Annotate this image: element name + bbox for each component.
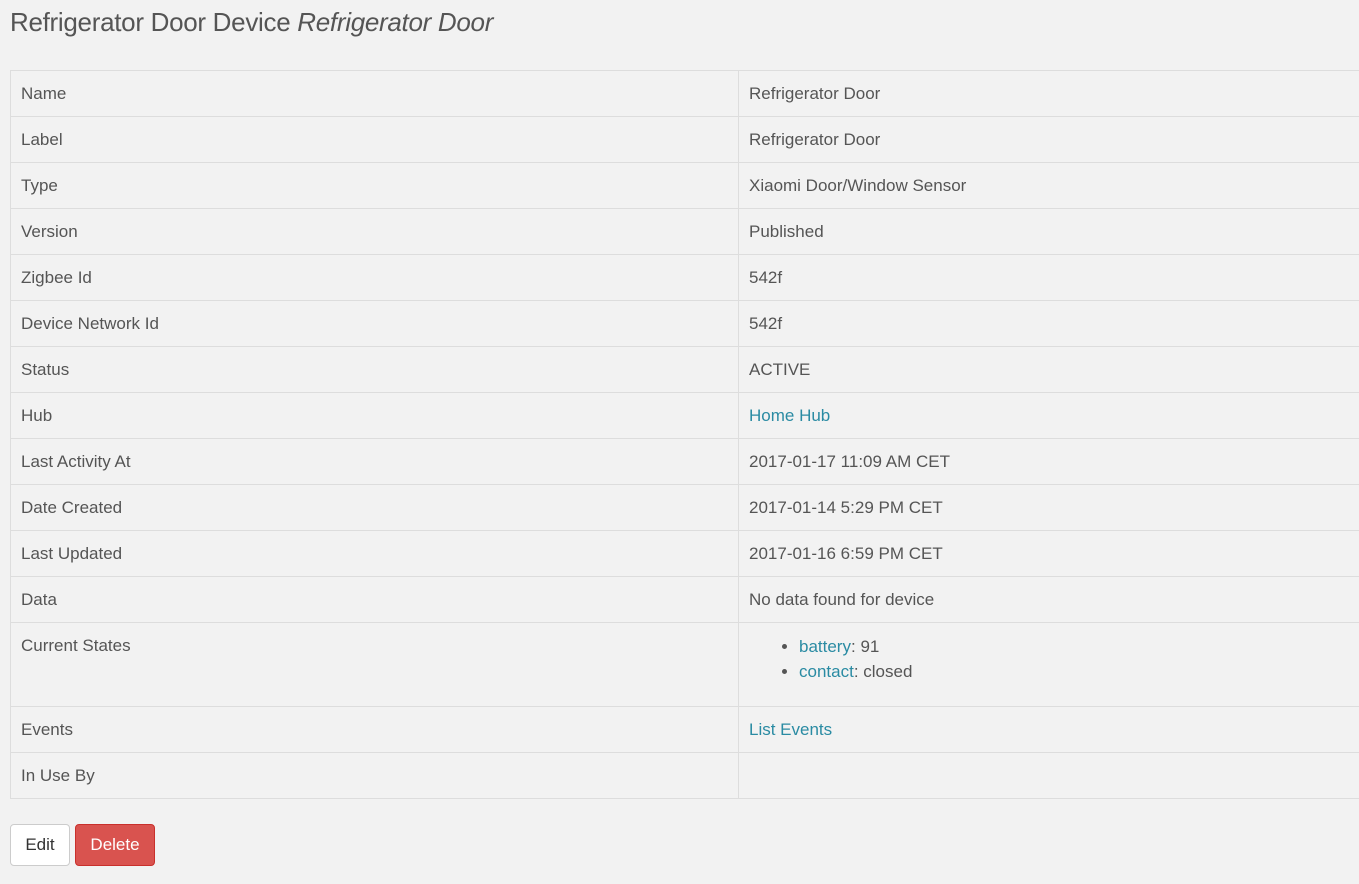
table-row: Zigbee Id 542f (10, 254, 1359, 301)
property-value: battery: 91 contact: closed (738, 622, 1359, 707)
property-key: Status (10, 346, 739, 393)
table-row: Date Created 2017-01-14 5:29 PM CET (10, 484, 1359, 531)
page-title: Refrigerator Door Device Refrigerator Do… (10, 7, 493, 38)
property-key: Name (10, 70, 739, 117)
property-key: Type (10, 162, 739, 209)
property-value: Home Hub (738, 392, 1359, 439)
table-row: Last Activity At 2017-01-17 11:09 AM CET (10, 438, 1359, 485)
property-key: Version (10, 208, 739, 255)
property-value: 542f (738, 254, 1359, 301)
table-row: Version Published (10, 208, 1359, 255)
property-value: No data found for device (738, 576, 1359, 623)
state-battery-value: 91 (860, 637, 880, 656)
property-value: 2017-01-14 5:29 PM CET (738, 484, 1359, 531)
property-value: List Events (738, 706, 1359, 753)
property-key: Hub (10, 392, 739, 439)
table-row: Device Network Id 542f (10, 300, 1359, 347)
hub-link[interactable]: Home Hub (749, 406, 830, 425)
property-value: 542f (738, 300, 1359, 347)
property-value: 2017-01-16 6:59 PM CET (738, 530, 1359, 577)
table-row: In Use By (10, 752, 1359, 799)
property-value: 2017-01-17 11:09 AM CET (738, 438, 1359, 485)
property-key: Label (10, 116, 739, 163)
list-item: battery: 91 (799, 634, 1359, 659)
page-title-main: Refrigerator Door Device (10, 7, 291, 37)
table-row: Current States battery: 91 contact: clos… (10, 622, 1359, 707)
page-subtitle: Refrigerator Door (297, 7, 494, 37)
property-key: Events (10, 706, 739, 753)
edit-button[interactable]: Edit (10, 824, 70, 866)
property-value (738, 752, 1359, 799)
state-contact-link[interactable]: contact (799, 662, 854, 681)
property-key: In Use By (10, 752, 739, 799)
property-value: ACTIVE (738, 346, 1359, 393)
property-key: Last Activity At (10, 438, 739, 485)
delete-button[interactable]: Delete (75, 824, 155, 866)
table-row: Events List Events (10, 706, 1359, 753)
property-value: Refrigerator Door (738, 70, 1359, 117)
property-key: Date Created (10, 484, 739, 531)
property-key: Device Network Id (10, 300, 739, 347)
table-row: Status ACTIVE (10, 346, 1359, 393)
property-key: Current States (10, 622, 739, 707)
table-row: Data No data found for device (10, 576, 1359, 623)
property-key: Last Updated (10, 530, 739, 577)
table-row: Hub Home Hub (10, 392, 1359, 439)
table-row: Label Refrigerator Door (10, 116, 1359, 163)
state-battery-link[interactable]: battery (799, 637, 851, 656)
property-value: Published (738, 208, 1359, 255)
device-detail-page: Refrigerator Door Device Refrigerator Do… (0, 0, 1359, 884)
table-row: Last Updated 2017-01-16 6:59 PM CET (10, 530, 1359, 577)
device-properties-table: Name Refrigerator Door Label Refrigerato… (10, 70, 1359, 799)
property-key: Data (10, 576, 739, 623)
current-states-list: battery: 91 contact: closed (749, 634, 1359, 684)
property-key: Zigbee Id (10, 254, 739, 301)
table-row: Type Xiaomi Door/Window Sensor (10, 162, 1359, 209)
property-value: Refrigerator Door (738, 116, 1359, 163)
list-events-link[interactable]: List Events (749, 720, 832, 739)
state-contact-value: closed (863, 662, 913, 681)
list-item: contact: closed (799, 659, 1359, 684)
property-value: Xiaomi Door/Window Sensor (738, 162, 1359, 209)
table-row: Name Refrigerator Door (10, 70, 1359, 117)
